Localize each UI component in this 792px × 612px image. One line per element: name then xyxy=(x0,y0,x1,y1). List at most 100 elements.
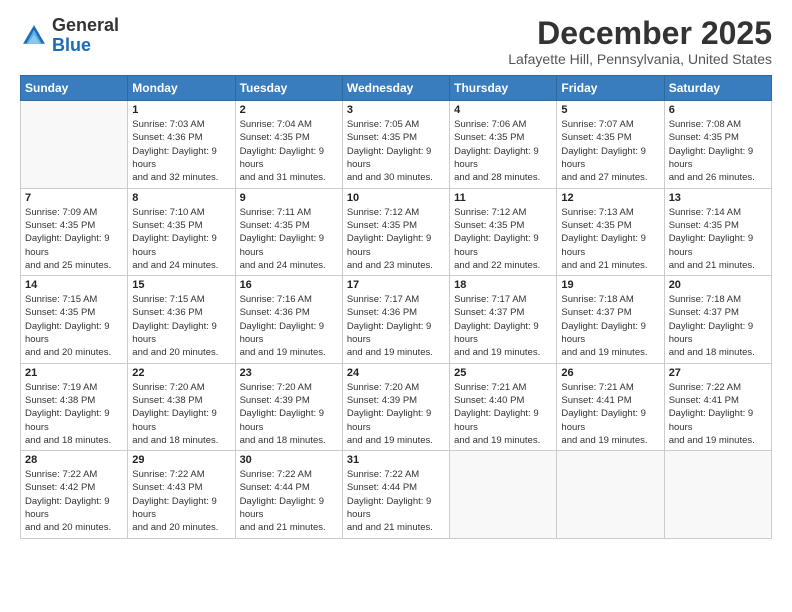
daylight-text-2: and and 21 minutes. xyxy=(240,521,338,534)
day-info: Sunrise: 7:03 AMSunset: 4:36 PMDaylight:… xyxy=(132,118,230,184)
sunrise-text: Sunrise: 7:16 AM xyxy=(240,293,338,306)
sunset-text: Sunset: 4:38 PM xyxy=(132,394,230,407)
daylight-text-2: and and 30 minutes. xyxy=(347,171,445,184)
sunset-text: Sunset: 4:35 PM xyxy=(347,219,445,232)
daylight-text-2: and and 18 minutes. xyxy=(25,434,123,447)
weekday-header-friday: Friday xyxy=(557,76,664,101)
sunrise-text: Sunrise: 7:11 AM xyxy=(240,206,338,219)
day-info: Sunrise: 7:11 AMSunset: 4:35 PMDaylight:… xyxy=(240,206,338,272)
day-info: Sunrise: 7:17 AMSunset: 4:37 PMDaylight:… xyxy=(454,293,552,359)
sunset-text: Sunset: 4:35 PM xyxy=(25,219,123,232)
day-number: 8 xyxy=(132,192,230,204)
daylight-text-1: Daylight: Daylight: 9 hours xyxy=(454,232,552,259)
daylight-text-2: and and 24 minutes. xyxy=(240,259,338,272)
day-info: Sunrise: 7:20 AMSunset: 4:39 PMDaylight:… xyxy=(347,381,445,447)
day-info: Sunrise: 7:18 AMSunset: 4:37 PMDaylight:… xyxy=(561,293,659,359)
sunrise-text: Sunrise: 7:05 AM xyxy=(347,118,445,131)
page: General Blue December 2025 Lafayette Hil… xyxy=(0,0,792,612)
day-number: 14 xyxy=(25,279,123,291)
daylight-text-1: Daylight: Daylight: 9 hours xyxy=(132,407,230,434)
daylight-text-1: Daylight: Daylight: 9 hours xyxy=(669,145,767,172)
week-row-1: 1Sunrise: 7:03 AMSunset: 4:36 PMDaylight… xyxy=(21,101,772,188)
daylight-text-1: Daylight: Daylight: 9 hours xyxy=(132,232,230,259)
calendar-cell: 24Sunrise: 7:20 AMSunset: 4:39 PMDayligh… xyxy=(342,363,449,450)
sunrise-text: Sunrise: 7:22 AM xyxy=(347,468,445,481)
week-row-4: 21Sunrise: 7:19 AMSunset: 4:38 PMDayligh… xyxy=(21,363,772,450)
daylight-text-1: Daylight: Daylight: 9 hours xyxy=(669,232,767,259)
daylight-text-2: and and 19 minutes. xyxy=(561,346,659,359)
header: General Blue December 2025 Lafayette Hil… xyxy=(20,16,772,67)
sunrise-text: Sunrise: 7:03 AM xyxy=(132,118,230,131)
sunset-text: Sunset: 4:35 PM xyxy=(240,131,338,144)
calendar-cell: 15Sunrise: 7:15 AMSunset: 4:36 PMDayligh… xyxy=(128,276,235,363)
calendar-cell: 17Sunrise: 7:17 AMSunset: 4:36 PMDayligh… xyxy=(342,276,449,363)
weekday-header-sunday: Sunday xyxy=(21,76,128,101)
day-number: 27 xyxy=(669,367,767,379)
daylight-text-2: and and 19 minutes. xyxy=(240,346,338,359)
day-number: 17 xyxy=(347,279,445,291)
day-number: 1 xyxy=(132,104,230,116)
logo-icon xyxy=(20,22,48,50)
day-number: 4 xyxy=(454,104,552,116)
day-info: Sunrise: 7:13 AMSunset: 4:35 PMDaylight:… xyxy=(561,206,659,272)
calendar-cell: 19 Sunrise: 7:18 AMSunset: 4:37 PMDayligh… xyxy=(557,276,664,363)
sunset-text: Sunset: 4:36 PM xyxy=(132,131,230,144)
daylight-text-2: and and 27 minutes. xyxy=(561,171,659,184)
day-info: Sunrise: 7:05 AMSunset: 4:35 PMDaylight:… xyxy=(347,118,445,184)
sunset-text: Sunset: 4:36 PM xyxy=(240,306,338,319)
calendar-cell: 9 Sunrise: 7:11 AMSunset: 4:35 PMDaylight… xyxy=(235,188,342,275)
calendar-cell: 23Sunrise: 7:20 AMSunset: 4:39 PMDayligh… xyxy=(235,363,342,450)
daylight-text-1: Daylight: Daylight: 9 hours xyxy=(347,145,445,172)
sunrise-text: Sunrise: 7:14 AM xyxy=(669,206,767,219)
daylight-text-1: Daylight: Daylight: 9 hours xyxy=(347,495,445,522)
day-info: Sunrise: 7:15 AMSunset: 4:36 PMDaylight:… xyxy=(132,293,230,359)
sunset-text: Sunset: 4:39 PM xyxy=(240,394,338,407)
sunrise-text: Sunrise: 7:22 AM xyxy=(240,468,338,481)
day-number: 28 xyxy=(25,454,123,466)
calendar-cell xyxy=(664,451,771,538)
calendar-cell: 18Sunrise: 7:17 AMSunset: 4:37 PMDayligh… xyxy=(450,276,557,363)
sunset-text: Sunset: 4:41 PM xyxy=(669,394,767,407)
daylight-text-2: and and 26 minutes. xyxy=(669,171,767,184)
daylight-text-1: Daylight: Daylight: 9 hours xyxy=(25,232,123,259)
daylight-text-1: Daylight: Daylight: 9 hours xyxy=(347,407,445,434)
calendar-cell: 22Sunrise: 7:20 AMSunset: 4:38 PMDayligh… xyxy=(128,363,235,450)
calendar-cell: 31Sunrise: 7:22 AMSunset: 4:44 PMDayligh… xyxy=(342,451,449,538)
weekday-header-saturday: Saturday xyxy=(664,76,771,101)
daylight-text-2: and and 20 minutes. xyxy=(25,346,123,359)
sunset-text: Sunset: 4:35 PM xyxy=(669,131,767,144)
sunset-text: Sunset: 4:38 PM xyxy=(25,394,123,407)
day-info: Sunrise: 7:22 AMSunset: 4:41 PMDaylight:… xyxy=(669,381,767,447)
daylight-text-2: and and 19 minutes. xyxy=(454,434,552,447)
day-info: Sunrise: 7:12 AMSunset: 4:35 PMDaylight:… xyxy=(454,206,552,272)
logo-blue: Blue xyxy=(52,35,91,55)
day-info: Sunrise: 7:21 AMSunset: 4:41 PMDaylight:… xyxy=(561,381,659,447)
day-number: 20 xyxy=(669,279,767,291)
sunrise-text: Sunrise: 7:10 AM xyxy=(132,206,230,219)
daylight-text-1: Daylight: Daylight: 9 hours xyxy=(669,407,767,434)
daylight-text-2: and and 18 minutes. xyxy=(669,346,767,359)
daylight-text-1: Daylight: Daylight: 9 hours xyxy=(240,407,338,434)
sunset-text: Sunset: 4:35 PM xyxy=(132,219,230,232)
calendar-cell: 21Sunrise: 7:19 AMSunset: 4:38 PMDayligh… xyxy=(21,363,128,450)
sunrise-text: Sunrise: 7:21 AM xyxy=(561,381,659,394)
daylight-text-1: Daylight: Daylight: 9 hours xyxy=(25,320,123,347)
sunset-text: Sunset: 4:40 PM xyxy=(454,394,552,407)
daylight-text-1: Daylight: Daylight: 9 hours xyxy=(561,145,659,172)
day-number: 9 xyxy=(240,192,338,204)
day-number: 19 xyxy=(561,279,659,291)
sunset-text: Sunset: 4:41 PM xyxy=(561,394,659,407)
calendar-cell: 2Sunrise: 7:04 AMSunset: 4:35 PMDaylight… xyxy=(235,101,342,188)
calendar-cell: 4Sunrise: 7:06 AMSunset: 4:35 PMDaylight… xyxy=(450,101,557,188)
calendar-cell: 29Sunrise: 7:22 AMSunset: 4:43 PMDayligh… xyxy=(128,451,235,538)
sunset-text: Sunset: 4:44 PM xyxy=(240,481,338,494)
sunset-text: Sunset: 4:35 PM xyxy=(669,219,767,232)
day-info: Sunrise: 7:19 AMSunset: 4:38 PMDaylight:… xyxy=(25,381,123,447)
daylight-text-2: and and 18 minutes. xyxy=(240,434,338,447)
daylight-text-1: Daylight: Daylight: 9 hours xyxy=(561,232,659,259)
calendar-cell: 10Sunrise: 7:12 AMSunset: 4:35 PMDayligh… xyxy=(342,188,449,275)
location: Lafayette Hill, Pennsylvania, United Sta… xyxy=(508,51,772,67)
daylight-text-2: and and 23 minutes. xyxy=(347,259,445,272)
sunrise-text: Sunrise: 7:20 AM xyxy=(132,381,230,394)
sunset-text: Sunset: 4:35 PM xyxy=(561,219,659,232)
